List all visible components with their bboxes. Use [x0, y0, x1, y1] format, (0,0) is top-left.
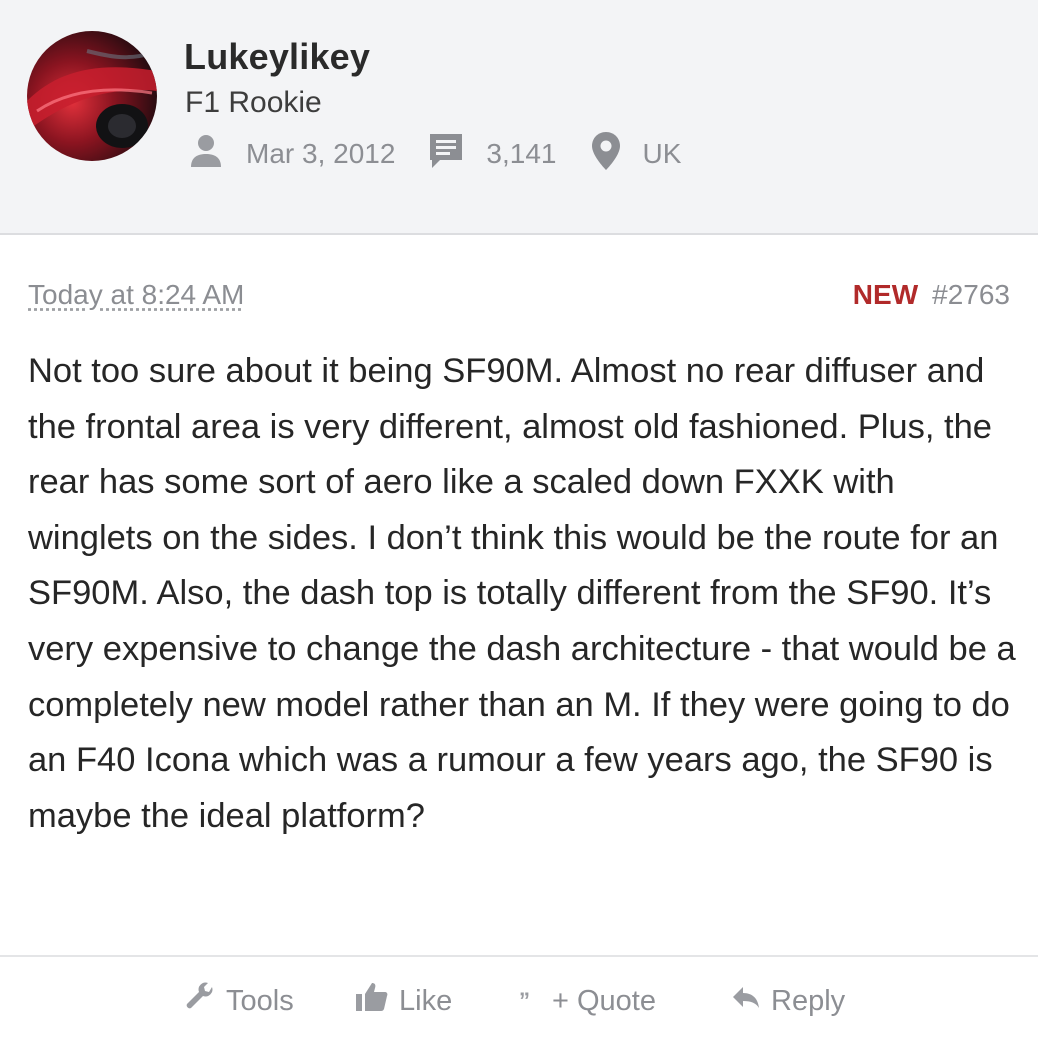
location: UK: [642, 138, 682, 169]
joined-date: Mar 3, 2012: [246, 138, 396, 169]
footer-divider: [0, 955, 1038, 957]
avatar-image: [27, 31, 157, 161]
message-count: 3,141: [486, 138, 557, 169]
avatar[interactable]: [27, 31, 157, 161]
reply-arrow-icon: [731, 984, 761, 1018]
post-flags: NEW #2763: [853, 279, 1010, 311]
quote-marks-icon: ”: [519, 988, 530, 1013]
quote-button[interactable]: ” + Quote: [519, 975, 656, 1027]
thumbs-up-icon: [355, 981, 389, 1021]
user-icon: [188, 133, 224, 176]
like-button[interactable]: Like: [355, 975, 452, 1027]
like-label: Like: [399, 984, 453, 1017]
post-number-link[interactable]: #2763: [932, 279, 1010, 311]
tools-button[interactable]: Tools: [184, 975, 294, 1027]
reply-button[interactable]: Reply: [731, 975, 845, 1027]
user-title: F1 Rookie: [185, 86, 322, 119]
tools-label: Tools: [226, 984, 294, 1017]
username[interactable]: Lukeylikey: [184, 36, 370, 78]
wrench-icon: [184, 981, 216, 1021]
new-badge: NEW: [852, 279, 919, 310]
reply-label: Reply: [771, 984, 846, 1017]
quote-label: + Quote: [552, 984, 656, 1017]
post-body: Not too sure about it being SF90M. Almos…: [28, 352, 1016, 835]
user-meta-row: Mar 3, 2012 3,141 UK: [188, 131, 713, 178]
location-pin-icon: [591, 131, 621, 178]
post-timestamp-link[interactable]: Today at 8:24 AM: [28, 279, 244, 311]
post-actions: Tools Like ” + Quote Reply: [0, 975, 1038, 1027]
message-icon: [428, 132, 464, 177]
user-info-header: Lukeylikey F1 Rookie Mar 3, 2012 3,141 U…: [0, 0, 1038, 235]
